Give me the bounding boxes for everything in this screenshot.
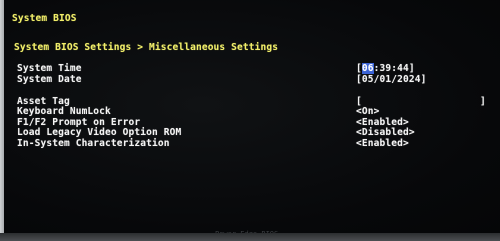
legacy-video-rom-option[interactable]: <Disabled> [356,127,415,138]
bios-screen: System BIOS System BIOS Settings > Misce… [4,0,500,233]
system-time-label: System Time [17,63,82,74]
system-date-field[interactable]: [05/01/2024] [356,74,426,85]
system-time-open-bracket: [ [356,63,362,74]
asset-tag-field-close[interactable]: ] [480,96,486,107]
legacy-video-rom-label: Load Legacy Video Option ROM [17,127,182,138]
bios-title: System BIOS [12,13,77,24]
system-date-label: System Date [17,74,82,85]
monitor-bezel-bottom [0,233,500,241]
in-system-characterization-label: In-System Characterization [17,138,170,149]
system-time-hour-cursor[interactable]: 06 [361,63,374,74]
system-time-field[interactable]: [06:39:44] [356,63,415,74]
breadcrumb: System BIOS Settings > Miscellaneous Set… [14,42,279,53]
keyboard-numlock-option[interactable]: <On> [356,106,379,117]
system-time-rest: :39:44] [373,63,415,74]
keyboard-numlock-label: Keyboard NumLock [17,106,111,117]
in-system-characterization-option[interactable]: <Enabled> [356,138,409,149]
